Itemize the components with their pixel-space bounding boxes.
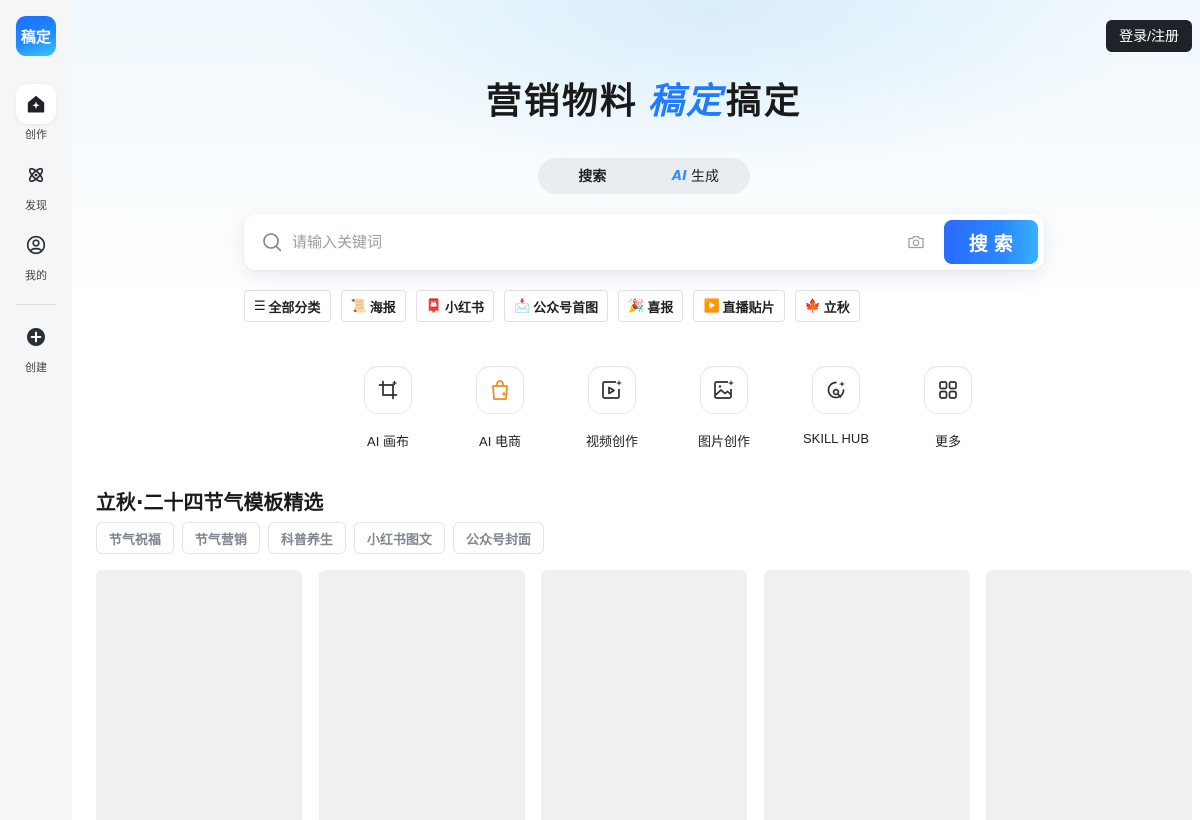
subtag-item[interactable]: 科普养生 <box>268 522 347 554</box>
chip-label: 海报 <box>369 300 396 316</box>
tool-image-create[interactable]: 图片创作 <box>668 366 780 450</box>
section-subtags: 节气祝福 节气营销 科普养生 小红书图文 公众号封面 <box>96 522 552 554</box>
chip-label: 小红书 <box>445 300 485 316</box>
hero-brand: 稿定 <box>647 81 724 122</box>
category-chips: ☰ 全部分类 📜 海报 📮 小红书 📩 公众号首图 🎉 喜报 ▶️ 直播贴片 🍁… <box>244 290 870 322</box>
home-spark-icon <box>16 84 56 124</box>
subtag-item[interactable]: 节气营销 <box>182 522 261 554</box>
user-circle-icon <box>16 225 56 265</box>
tab-generate[interactable]: AI 生成 <box>644 161 747 191</box>
tool-video-create[interactable]: 视频创作 <box>556 366 668 450</box>
chip-xiaohongshu[interactable]: 📮 小红书 <box>415 290 495 322</box>
search-button[interactable]: 搜索 <box>944 220 1038 264</box>
hero-title-prefix: 营销物料 <box>485 81 638 122</box>
template-grid <box>96 570 1200 820</box>
tool-label: AI 电商 <box>479 434 521 449</box>
tab-search-label: 搜索 <box>578 169 607 185</box>
template-card[interactable] <box>986 570 1192 820</box>
sidebar-item-discover[interactable]: 发现 <box>0 155 72 213</box>
chip-autumn[interactable]: 🍁 立秋 <box>794 290 860 322</box>
tool-skill-hub[interactable]: SKILL HUB <box>780 366 892 450</box>
mode-toggle: 搜索 AI 生成 <box>538 158 750 194</box>
search-bar: 搜索 <box>244 214 1044 270</box>
template-card[interactable] <box>541 570 747 820</box>
tool-ai-ecommerce[interactable]: AI 电商 <box>444 366 556 450</box>
video-sparkle-icon <box>588 366 636 414</box>
sidebar-item-label: 创作 <box>25 128 47 141</box>
tool-label: SKILL HUB <box>803 431 869 446</box>
hero-title-suffix: 搞定 <box>726 81 803 122</box>
play-button-icon: ▶️ <box>703 298 720 314</box>
tab-search[interactable]: 搜索 <box>541 161 644 191</box>
sidebar-item-label: 发现 <box>25 199 47 212</box>
tool-label: 图片创作 <box>697 434 750 449</box>
app-logo[interactable]: 稿定 <box>16 16 56 56</box>
menu-icon: ☰ <box>254 298 266 314</box>
section-title: 立秋·二十四节气模板精选 <box>96 490 324 514</box>
subtag-item[interactable]: 小红书图文 <box>354 522 446 554</box>
chip-label: 直播贴片 <box>722 300 775 316</box>
tool-more[interactable]: 更多 <box>892 366 1004 450</box>
party-popper-icon: 🎉 <box>628 298 645 314</box>
tool-shortcuts: AI 画布 AI 电商 视频创作 图片创作 SKILL HUB 更多 <box>332 366 1004 450</box>
chip-all-categories[interactable]: ☰ 全部分类 <box>244 290 331 322</box>
login-button[interactable]: 登录/注册 <box>1106 20 1192 52</box>
subtag-item[interactable]: 公众号封面 <box>453 522 545 554</box>
tab-generate-label: 生成 <box>690 169 719 185</box>
grid-icon <box>924 366 972 414</box>
search-icon <box>262 232 282 252</box>
tool-ai-canvas[interactable]: AI 画布 <box>332 366 444 450</box>
maple-leaf-icon: 🍁 <box>804 298 821 314</box>
chip-label: 立秋 <box>823 300 850 316</box>
plus-circle-icon <box>16 317 56 357</box>
crop-canvas-icon <box>364 366 412 414</box>
sidebar-item-mine[interactable]: 我的 <box>0 225 72 283</box>
chip-poster[interactable]: 📜 海报 <box>340 290 406 322</box>
image-sparkle-icon <box>700 366 748 414</box>
atom-icon <box>16 155 56 195</box>
sidebar-divider <box>16 304 56 305</box>
sidebar: 稿定 创作 发现 我的 创建 <box>0 0 72 820</box>
sidebar-item-label: 创建 <box>25 361 47 374</box>
main-content: 登录/注册 营销物料稿定搞定 搜索 AI 生成 搜索 ☰ <box>72 0 1200 820</box>
tool-label: AI 画布 <box>367 434 409 449</box>
sidebar-item-label: 我的 <box>25 269 47 282</box>
chip-label: 全部分类 <box>268 300 321 316</box>
postbox-icon: 📮 <box>425 298 443 314</box>
hero-title: 营销物料 稿定搞定 <box>72 72 1200 124</box>
chip-wechat-cover[interactable]: 📩 公众号首图 <box>504 290 609 322</box>
template-card[interactable] <box>96 570 302 820</box>
template-card[interactable] <box>318 570 525 820</box>
envelope-icon: 📩 <box>514 298 531 314</box>
ai-sparkle-icon: AI <box>672 168 687 184</box>
skill-hub-icon <box>812 366 860 414</box>
shopping-bag-icon <box>476 366 524 414</box>
subtag-item[interactable]: 节气祝福 <box>96 522 175 554</box>
camera-icon[interactable] <box>906 232 926 252</box>
chip-label: 公众号首图 <box>533 300 599 316</box>
tool-label: 视频创作 <box>585 434 638 449</box>
template-card[interactable] <box>763 570 970 820</box>
chip-label: 喜报 <box>647 300 674 316</box>
scroll-icon: 📜 <box>350 298 367 314</box>
sidebar-item-new[interactable]: 创建 <box>0 317 72 375</box>
tool-label: 更多 <box>934 434 961 449</box>
chip-good-news[interactable]: 🎉 喜报 <box>618 290 684 322</box>
chip-live-sticker[interactable]: ▶️ 直播贴片 <box>693 290 785 322</box>
sidebar-item-create[interactable]: 创作 <box>0 84 72 142</box>
search-input[interactable] <box>292 233 892 251</box>
